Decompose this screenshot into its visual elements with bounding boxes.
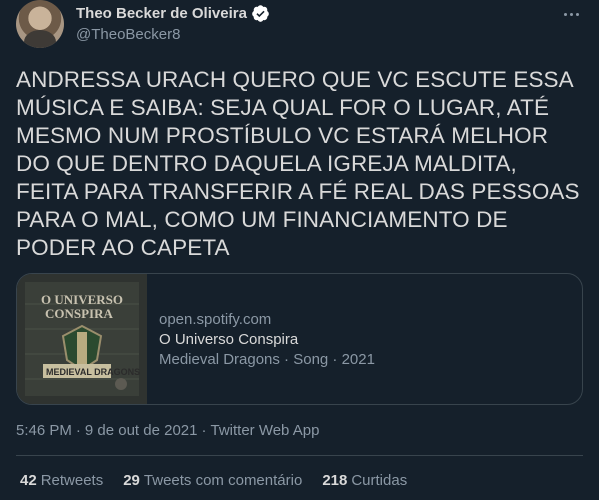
likes-label: Curtidas <box>351 472 408 489</box>
album-art-thumbnail: O UNIVERSO CONSPIRA MEDIEVAL DRAGONS <box>17 274 147 404</box>
meta-separator: · <box>201 422 207 439</box>
likes-stat[interactable]: 218 Curtidas <box>322 472 407 489</box>
card-description: Medieval Dragons · Song · 2021 <box>159 350 375 368</box>
avatar[interactable] <box>16 0 64 48</box>
tweet-text: ANDRESSA URACH QUERO QUE VC ESCUTE ESSA … <box>16 67 580 260</box>
author-name-row[interactable]: Theo Becker de Oliveira <box>76 4 270 23</box>
retweets-stat[interactable]: 42 Retweets <box>20 472 103 489</box>
link-card-body: open.spotify.com O Universo Conspira Med… <box>147 274 387 404</box>
quote-tweets-label: Tweets com comentário <box>143 472 303 489</box>
tweet-date[interactable]: 9 de out de 2021 <box>85 422 198 439</box>
author-display-name[interactable]: Theo Becker de Oliveira <box>76 5 247 22</box>
meta-separator: · <box>75 422 81 439</box>
card-domain: open.spotify.com <box>159 310 272 328</box>
tweet-header: Theo Becker de Oliveira @TheoBecker8 <box>16 0 583 64</box>
tweet-source[interactable]: Twitter Web App <box>210 422 319 439</box>
tweet-stats: 42 Retweets 29 Tweets com comentário 218… <box>20 472 407 489</box>
more-options-icon[interactable] <box>559 4 583 24</box>
verified-badge-icon <box>252 5 269 22</box>
card-title: O Universo Conspira <box>159 330 299 348</box>
retweets-label: Retweets <box>40 472 104 489</box>
quote-tweets-count: 29 <box>123 472 140 489</box>
tweet-time[interactable]: 5:46 PM <box>16 422 72 439</box>
svg-text:CONSPIRA: CONSPIRA <box>45 306 114 321</box>
link-card[interactable]: O UNIVERSO CONSPIRA MEDIEVAL DRAGONS ope… <box>16 273 583 405</box>
likes-count: 218 <box>322 472 348 489</box>
divider <box>16 455 583 456</box>
retweets-count: 42 <box>20 472 37 489</box>
svg-text:O UNIVERSO: O UNIVERSO <box>41 292 123 307</box>
tweet-meta: 5:46 PM · 9 de out de 2021 · Twitter Web… <box>16 422 319 439</box>
quote-tweets-stat[interactable]: 29 Tweets com comentário <box>123 472 302 489</box>
author-handle[interactable]: @TheoBecker8 <box>76 26 180 43</box>
svg-text:MEDIEVAL DRAGONS: MEDIEVAL DRAGONS <box>46 367 140 377</box>
